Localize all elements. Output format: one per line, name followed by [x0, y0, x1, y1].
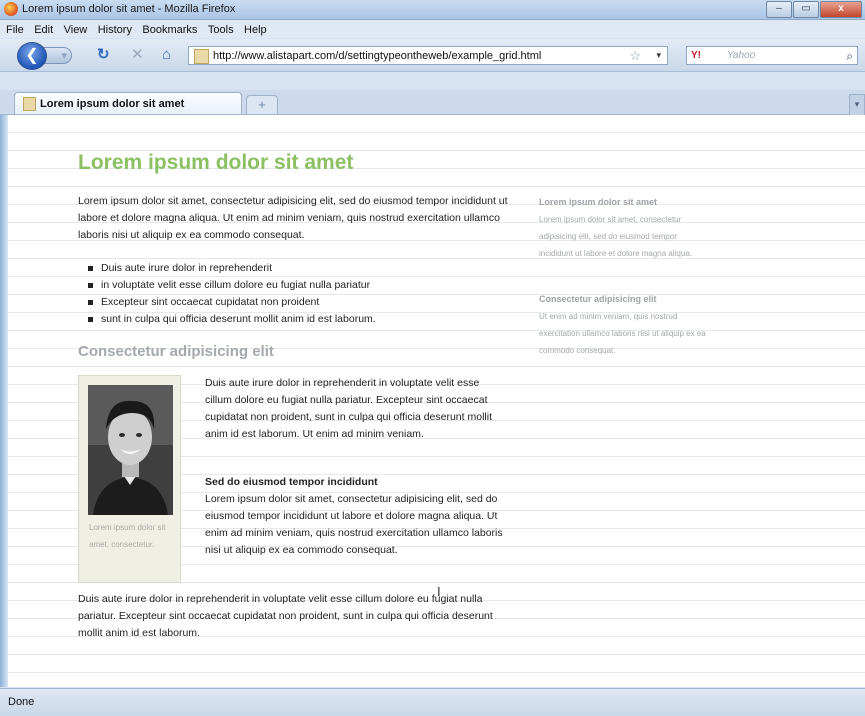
list-item: in voluptate velit esse cillum dolore eu…: [88, 277, 376, 294]
sidebar-paragraph: Ut enim ad minim veniam, quis nostrud ex…: [539, 312, 706, 355]
status-bar: Done: [0, 688, 865, 716]
title-bar: Lorem ipsum dolor sit amet - Mozilla Fir…: [0, 0, 865, 20]
minor-heading: Sed do eiusmod tempor incididunt: [205, 476, 378, 488]
section-heading: Consectetur adipisicing elit: [78, 343, 274, 360]
tab-list-dropdown-icon[interactable]: ▾: [849, 94, 865, 116]
list-item: Excepteur sint occaecat cupidatat non pr…: [88, 294, 376, 311]
text-cursor-icon: I: [437, 584, 441, 599]
maximize-button[interactable]: ▭: [793, 1, 819, 18]
left-edge-strip: [0, 115, 8, 687]
portrait-photo: [88, 385, 173, 515]
page-content: Lorem ipsum dolor sit amet Lorem ipsum d…: [0, 115, 865, 687]
new-tab-button[interactable]: +: [246, 95, 278, 114]
sidebar-heading: Consectetur adipisicing elit: [539, 294, 657, 304]
window-title: Lorem ipsum dolor sit amet - Mozilla Fir…: [22, 3, 236, 15]
search-icon[interactable]: ⌕: [846, 49, 853, 64]
sidebar-paragraph: Lorem ipsum dolor sit amet, consectetur …: [539, 215, 692, 258]
sidebar-heading: Lorem ipsum dolor sit amet: [539, 197, 658, 207]
menu-history[interactable]: History: [98, 24, 132, 36]
close-button[interactable]: x: [820, 1, 862, 18]
list-item: sunt in culpa qui officia deserunt molli…: [88, 311, 376, 328]
yahoo-engine-icon[interactable]: Y!: [691, 50, 701, 61]
menu-bar: File Edit View History Bookmarks Tools H…: [0, 20, 865, 38]
back-arrow-icon: ❮: [25, 47, 39, 64]
figure-caption: Lorem ipsum dolor sit amet, consectetur.: [89, 523, 166, 549]
minimize-button[interactable]: –: [766, 1, 792, 18]
menu-bookmarks[interactable]: Bookmarks: [142, 24, 197, 36]
tab-label: Lorem ipsum dolor sit amet: [40, 98, 185, 110]
url-dropdown-icon[interactable]: ▾: [656, 50, 661, 61]
search-bar[interactable]: Y! Yahoo ⌕: [686, 46, 858, 65]
outro-paragraph: Duis aute irure dolor in reprehenderit i…: [78, 593, 493, 639]
tab-bar: Lorem ipsum dolor sit amet + ▾: [0, 90, 865, 116]
search-placeholder[interactable]: Yahoo: [727, 50, 755, 61]
figure: Lorem ipsum dolor sit amet, consectetur.: [78, 375, 181, 583]
site-favicon-icon: [194, 49, 209, 64]
figure-paragraph: Duis aute irure dolor in reprehenderit i…: [205, 377, 492, 440]
minor-paragraph: Lorem ipsum dolor sit amet, consectetur …: [205, 493, 503, 556]
home-icon[interactable]: ⌂: [162, 47, 171, 63]
bookmark-star-icon[interactable]: ☆: [629, 48, 641, 64]
reload-icon[interactable]: ↻: [97, 47, 110, 63]
page-heading: Lorem ipsum dolor sit amet: [78, 151, 354, 174]
menu-help[interactable]: Help: [244, 24, 267, 36]
menu-edit[interactable]: Edit: [34, 24, 53, 36]
address-bar[interactable]: http://www.alistapart.com/d/settingtypeo…: [188, 46, 668, 65]
portrait-image: [88, 385, 173, 515]
browser-window: Lorem ipsum dolor sit amet - Mozilla Fir…: [0, 0, 865, 716]
list-item: Duis aute irure dolor in reprehenderit: [88, 260, 376, 277]
navigation-toolbar: ▾ ❮ ↻ ✕ ⌂ http://www.alistapart.com/d/se…: [0, 39, 865, 72]
intro-paragraph: Lorem ipsum dolor sit amet, consectetur …: [78, 195, 508, 241]
menu-view[interactable]: View: [64, 24, 88, 36]
url-text[interactable]: http://www.alistapart.com/d/settingtypeo…: [213, 50, 541, 62]
status-text: Done: [8, 696, 35, 708]
tab-active[interactable]: Lorem ipsum dolor sit amet: [14, 92, 242, 114]
tab-favicon-icon: [23, 97, 36, 111]
window-controls: – ▭ x: [765, 1, 862, 18]
firefox-logo-icon: [4, 2, 18, 16]
back-button[interactable]: ❮: [17, 42, 47, 70]
bullet-list: Duis aute irure dolor in reprehenderit i…: [88, 260, 376, 328]
forward-dropdown-icon[interactable]: ▾: [61, 50, 67, 62]
menu-tools[interactable]: Tools: [208, 24, 234, 36]
stop-icon[interactable]: ✕: [131, 47, 144, 63]
menu-file[interactable]: File: [6, 24, 24, 36]
